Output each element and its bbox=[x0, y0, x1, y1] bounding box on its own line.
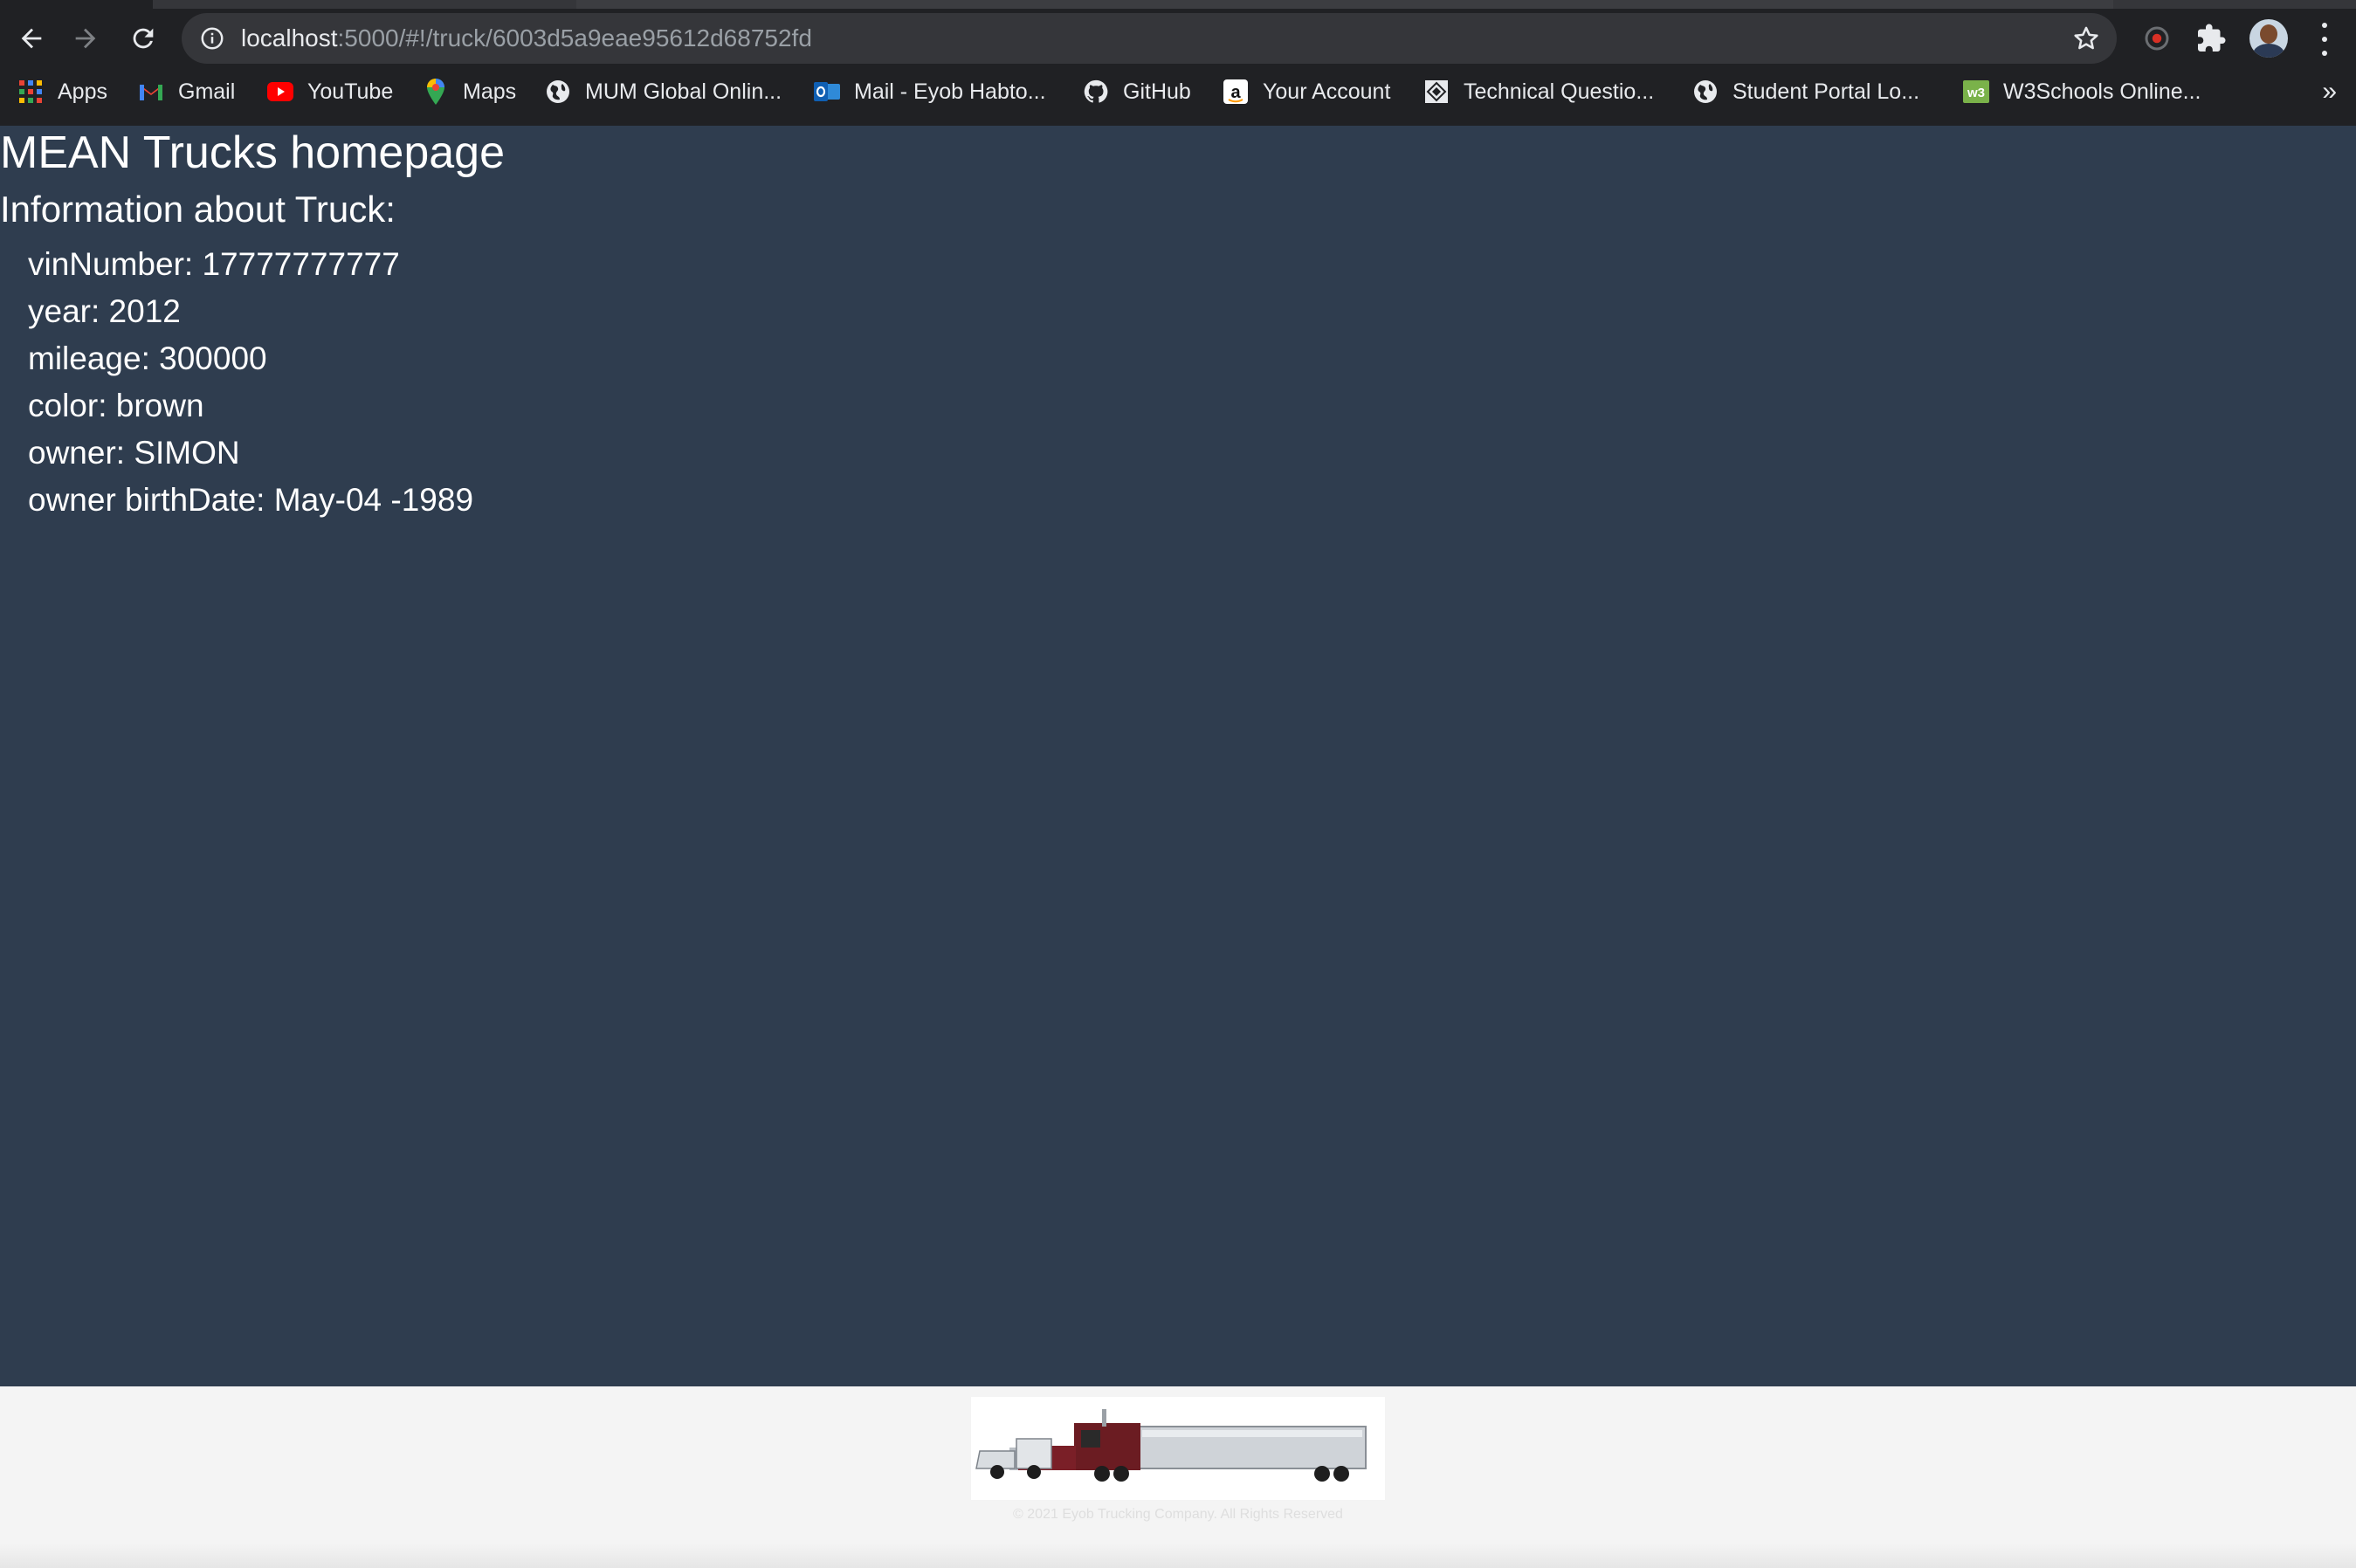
svg-text:w3: w3 bbox=[1967, 86, 1985, 100]
technical-icon bbox=[1423, 79, 1450, 105]
browser-menu-icon[interactable] bbox=[2316, 23, 2333, 56]
back-arrow-icon bbox=[21, 28, 42, 49]
bookmark-label: YouTube bbox=[307, 79, 394, 104]
youtube-icon bbox=[267, 79, 293, 105]
back-button[interactable] bbox=[14, 21, 49, 56]
bookmark-gmail[interactable]: Gmail bbox=[138, 72, 235, 112]
bookmarks-bar: Apps Gmail YouTube Maps MUM Global Onlin… bbox=[0, 72, 2356, 112]
page-title: MEAN Trucks homepage bbox=[0, 127, 506, 178]
site-info-icon[interactable] bbox=[199, 25, 225, 52]
bookmark-label: Apps bbox=[58, 79, 107, 104]
section-heading: Information about Truck: bbox=[0, 189, 396, 230]
bookmark-maps[interactable]: Maps bbox=[423, 72, 516, 112]
bookmark-label: W3Schools Online... bbox=[2003, 79, 2201, 104]
field-value: May-04 -1989 bbox=[273, 482, 474, 518]
info-year: year: 2012 bbox=[28, 288, 473, 335]
bookmark-label: Technical Questio... bbox=[1464, 79, 1655, 104]
globe-icon bbox=[1692, 79, 1719, 105]
bookmark-label: MUM Global Onlin... bbox=[585, 79, 782, 104]
address-bar[interactable]: localhost:5000/#!/truck/6003d5a9eae95612… bbox=[182, 13, 2117, 64]
maps-icon bbox=[423, 79, 449, 105]
info-owner-birthdate: owner birthDate: May-04 -1989 bbox=[28, 477, 473, 524]
avatar-head bbox=[2260, 24, 2277, 44]
gmail-icon bbox=[138, 79, 164, 105]
info-color: color: brown bbox=[28, 382, 473, 430]
footer-shade bbox=[0, 1544, 2356, 1568]
url-text[interactable]: localhost:5000/#!/truck/6003d5a9eae95612… bbox=[241, 22, 812, 55]
bookmark-mum-global[interactable]: MUM Global Onlin... bbox=[545, 72, 782, 112]
bookmark-star-icon[interactable] bbox=[2071, 24, 2101, 53]
bookmark-github[interactable]: GitHub bbox=[1083, 72, 1191, 112]
info-owner: owner: SIMON bbox=[28, 430, 473, 477]
bookmark-w3schools[interactable]: w3 W3Schools Online... bbox=[1963, 72, 2201, 112]
svg-text:a: a bbox=[1230, 83, 1241, 102]
w3schools-icon: w3 bbox=[1963, 79, 1989, 105]
field-value: 17777777777 bbox=[202, 246, 400, 282]
apps-grid-icon bbox=[17, 79, 44, 105]
bookmark-youtube[interactable]: YouTube bbox=[267, 72, 393, 112]
bookmark-mail-outlook[interactable]: Mail - Eyob Habto... bbox=[814, 72, 1046, 112]
bookmark-label: Mail - Eyob Habto... bbox=[854, 79, 1046, 104]
field-value: 300000 bbox=[159, 340, 267, 376]
outlook-icon bbox=[814, 79, 840, 105]
bookmark-student-portal[interactable]: Student Portal Lo... bbox=[1692, 72, 1919, 112]
field-value: SIMON bbox=[134, 435, 240, 471]
bookmark-your-account[interactable]: a Your Account bbox=[1223, 72, 1390, 112]
field-label: year: bbox=[28, 293, 100, 329]
field-label: vinNumber: bbox=[28, 246, 194, 282]
truck-logo-icon bbox=[971, 1397, 1385, 1500]
field-label: color: bbox=[28, 388, 107, 423]
field-value: brown bbox=[115, 388, 204, 423]
globe-icon bbox=[545, 79, 571, 105]
truck-info-list: vinNumber: 17777777777 year: 2012 mileag… bbox=[28, 241, 473, 524]
bookmark-label: Maps bbox=[463, 79, 517, 104]
bookmark-label: Gmail bbox=[178, 79, 236, 104]
github-icon bbox=[1083, 79, 1109, 105]
field-label: owner: bbox=[28, 435, 126, 471]
bookmark-label: Your Account bbox=[1263, 79, 1391, 104]
toolbar: localhost:5000/#!/truck/6003d5a9eae95612… bbox=[0, 5, 2356, 70]
field-value: 2012 bbox=[108, 293, 181, 329]
forward-arrow-icon bbox=[75, 28, 96, 49]
info-vin-number: vinNumber: 17777777777 bbox=[28, 241, 473, 288]
url-host: localhost bbox=[241, 24, 338, 52]
bookmark-apps[interactable]: Apps bbox=[17, 72, 107, 112]
amazon-icon: a bbox=[1223, 79, 1249, 105]
page-footer: © 2021 Eyob Trucking Company. All Rights… bbox=[0, 1386, 2356, 1568]
avatar-body bbox=[2253, 44, 2284, 58]
extension-record-icon[interactable] bbox=[2141, 23, 2173, 54]
field-label: owner birthDate: bbox=[28, 482, 265, 518]
extensions-puzzle-icon[interactable] bbox=[2195, 23, 2227, 54]
field-label: mileage: bbox=[28, 340, 150, 376]
reload-button[interactable] bbox=[126, 21, 161, 56]
page-content: MEAN Trucks homepage Information about T… bbox=[0, 126, 2356, 1386]
bookmarks-overflow-button[interactable]: » bbox=[2322, 72, 2337, 112]
info-mileage: mileage: 300000 bbox=[28, 335, 473, 382]
profile-avatar[interactable] bbox=[2249, 19, 2288, 58]
url-path: :5000/#!/truck/6003d5a9eae95612d68752fd bbox=[337, 24, 812, 52]
reload-icon bbox=[133, 28, 154, 49]
copyright-text: © 2021 Eyob Trucking Company. All Rights… bbox=[1013, 1507, 1343, 1522]
browser-chrome: localhost:5000/#!/truck/6003d5a9eae95612… bbox=[0, 0, 2356, 126]
forward-button[interactable] bbox=[68, 21, 103, 56]
bookmark-label: GitHub bbox=[1123, 79, 1191, 104]
bookmark-label: Student Portal Lo... bbox=[1733, 79, 1920, 104]
bookmark-technical-questions[interactable]: Technical Questio... bbox=[1423, 72, 1654, 112]
